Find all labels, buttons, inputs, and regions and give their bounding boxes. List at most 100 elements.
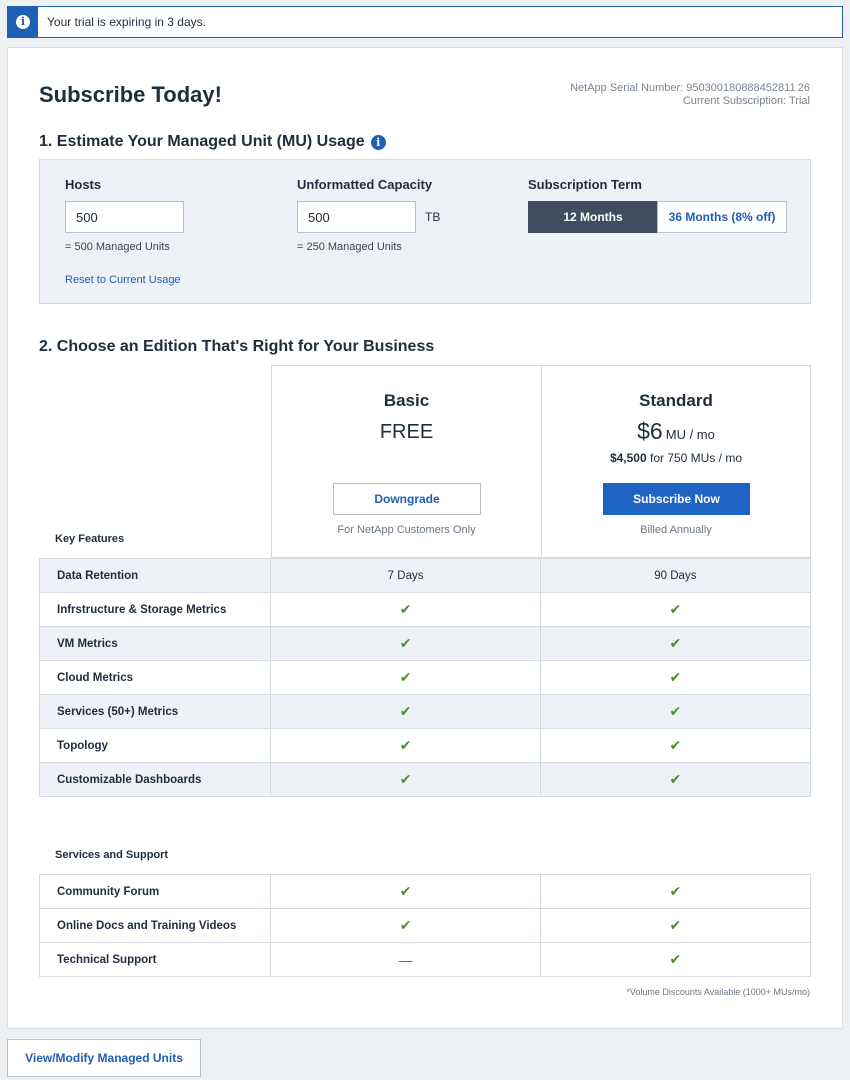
check-icon: ✔ <box>669 669 682 685</box>
basic-name: Basic <box>383 391 430 410</box>
feature-name: Infrstructure & Storage Metrics <box>40 593 272 626</box>
feature-name: Topology <box>40 729 272 762</box>
feature-name: VM Metrics <box>40 627 272 660</box>
current-subscription: Current Subscription: Trial <box>682 95 810 107</box>
basic-value: — <box>271 943 541 976</box>
feature-name: Services (50+) Metrics <box>40 695 272 728</box>
standard-value: ✔ <box>541 593 810 626</box>
table-row: Data Retention 7 Days 90 Days <box>40 559 810 593</box>
serial-number: NetApp Serial Number: 950300180888452811… <box>570 82 810 94</box>
services-support-label: Services and Support <box>55 849 169 861</box>
table-row: Technical Support — ✔ <box>40 943 810 977</box>
feature-name: Data Retention <box>40 559 272 592</box>
subscribe-now-button[interactable]: Subscribe Now <box>603 483 750 515</box>
check-icon: ✔ <box>669 771 682 787</box>
basic-value: ✔ <box>271 763 541 796</box>
standard-name: Standard <box>639 391 713 410</box>
standard-edition-header: Standard $6 MU / mo $4,500 for 750 MUs / … <box>541 365 811 558</box>
basic-price: FREE <box>379 421 434 443</box>
table-row: Cloud Metrics ✔ ✔ <box>40 661 810 695</box>
check-icon: ✔ <box>399 737 412 753</box>
key-features-label: Key Features <box>55 533 125 545</box>
table-row: Infrstructure & Storage Metrics ✔ ✔ <box>40 593 810 627</box>
standard-value: ✔ <box>541 661 810 694</box>
basic-value: ✔ <box>271 729 541 762</box>
standard-value: ✔ <box>541 943 810 976</box>
table-row: Community Forum ✔ ✔ <box>40 875 810 909</box>
standard-value: ✔ <box>541 729 810 762</box>
hosts-mu-note: = 500 Managed Units <box>65 241 170 253</box>
standard-value: ✔ <box>541 909 810 942</box>
check-icon: ✔ <box>669 951 682 967</box>
mu-estimator-panel: Hosts = 500 Managed Units Reset to Curre… <box>39 159 811 304</box>
basic-value: ✔ <box>271 695 541 728</box>
check-icon: ✔ <box>399 635 412 651</box>
standard-value: 90 Days <box>654 569 697 582</box>
standard-total: $4,500 for 750 MUs / mo <box>542 451 810 465</box>
banner-icon-box: i <box>8 7 38 37</box>
check-icon: ✔ <box>669 737 682 753</box>
check-icon: ✔ <box>399 883 412 899</box>
check-icon: ✔ <box>399 771 412 787</box>
feature-name: Cloud Metrics <box>40 661 272 694</box>
standard-value: ✔ <box>541 695 810 728</box>
check-icon: ✔ <box>669 883 682 899</box>
basic-value: ✔ <box>271 593 541 626</box>
check-icon: ✔ <box>669 601 682 617</box>
standard-value: ✔ <box>541 875 810 908</box>
reset-usage-link[interactable]: Reset to Current Usage <box>65 274 181 286</box>
capacity-unit: TB <box>425 210 441 224</box>
table-row: Customizable Dashboards ✔ ✔ <box>40 763 810 797</box>
basic-value: ✔ <box>271 875 541 908</box>
standard-value: ✔ <box>541 627 810 660</box>
feature-name: Technical Support <box>40 943 272 976</box>
estimate-title-text: 1. Estimate Your Managed Unit (MU) Usage <box>39 133 365 150</box>
hosts-input[interactable] <box>65 201 184 233</box>
capacity-mu-note: = 250 Managed Units <box>297 241 402 253</box>
term-label: Subscription Term <box>528 177 642 192</box>
check-icon: ✔ <box>669 703 682 719</box>
table-row: VM Metrics ✔ ✔ <box>40 627 810 661</box>
serial-info: NetApp Serial Number: 950300180888452811… <box>570 82 810 108</box>
basic-value: ✔ <box>271 661 541 694</box>
hosts-label: Hosts <box>65 177 102 192</box>
info-icon[interactable]: i <box>370 134 386 150</box>
view-modify-units-button[interactable]: View/Modify Managed Units <box>7 1039 201 1077</box>
dash-icon: — <box>398 951 413 968</box>
table-row: Services (50+) Metrics ✔ ✔ <box>40 695 810 729</box>
info-icon: i <box>16 15 30 29</box>
standard-price-unit: MU / mo <box>665 427 715 442</box>
downgrade-button[interactable]: Downgrade <box>333 483 481 515</box>
standard-price: $6 <box>637 418 663 444</box>
standard-total-amount: $4,500 <box>609 451 647 465</box>
feature-name: Customizable Dashboards <box>40 763 272 796</box>
standard-price-line: $6 MU / mo <box>542 418 810 445</box>
table-row: Online Docs and Training Videos ✔ ✔ <box>40 909 810 943</box>
key-features-table: Data Retention 7 Days 90 Days Infrstructure… <box>39 558 811 797</box>
page-title: Subscribe Today! <box>39 82 222 107</box>
edition-section-title: 2. Choose an Edition That's Right for Yo… <box>39 338 435 355</box>
check-icon: ✔ <box>399 601 412 617</box>
feature-name: Online Docs and Training Videos <box>40 909 272 942</box>
capacity-label: Unformatted Capacity <box>297 177 433 192</box>
basic-value: ✔ <box>271 909 541 942</box>
volume-discount-note: *Volume Discounts Available (1000+ MUs/m… <box>626 987 810 997</box>
term-12-months-button[interactable]: 12 Months <box>528 201 658 233</box>
capacity-input[interactable] <box>297 201 416 233</box>
feature-name: Community Forum <box>40 875 272 908</box>
basic-note: For NetApp Customers Only <box>337 524 476 536</box>
check-icon: ✔ <box>399 669 412 685</box>
standard-note: Billed Annually <box>640 524 712 536</box>
check-icon: ✔ <box>399 703 412 719</box>
basic-edition-header: Basic FREE Downgrade For NetApp Customer… <box>271 365 542 558</box>
basic-value: 7 Days <box>271 559 541 592</box>
trial-banner: i Your trial is expiring in 3 days. <box>7 6 843 38</box>
check-icon: ✔ <box>399 917 412 933</box>
standard-value: ✔ <box>541 763 810 796</box>
basic-value: ✔ <box>271 627 541 660</box>
services-support-table: Community Forum ✔ ✔ Online Docs and Trainin… <box>39 874 811 977</box>
term-36-months-button[interactable]: 36 Months (8% off) <box>657 201 787 233</box>
estimate-section-title: 1. Estimate Your Managed Unit (MU) Usage… <box>39 133 386 151</box>
check-icon: ✔ <box>669 917 682 933</box>
subscription-card: Subscribe Today! NetApp Serial Number: 9… <box>7 47 843 1029</box>
